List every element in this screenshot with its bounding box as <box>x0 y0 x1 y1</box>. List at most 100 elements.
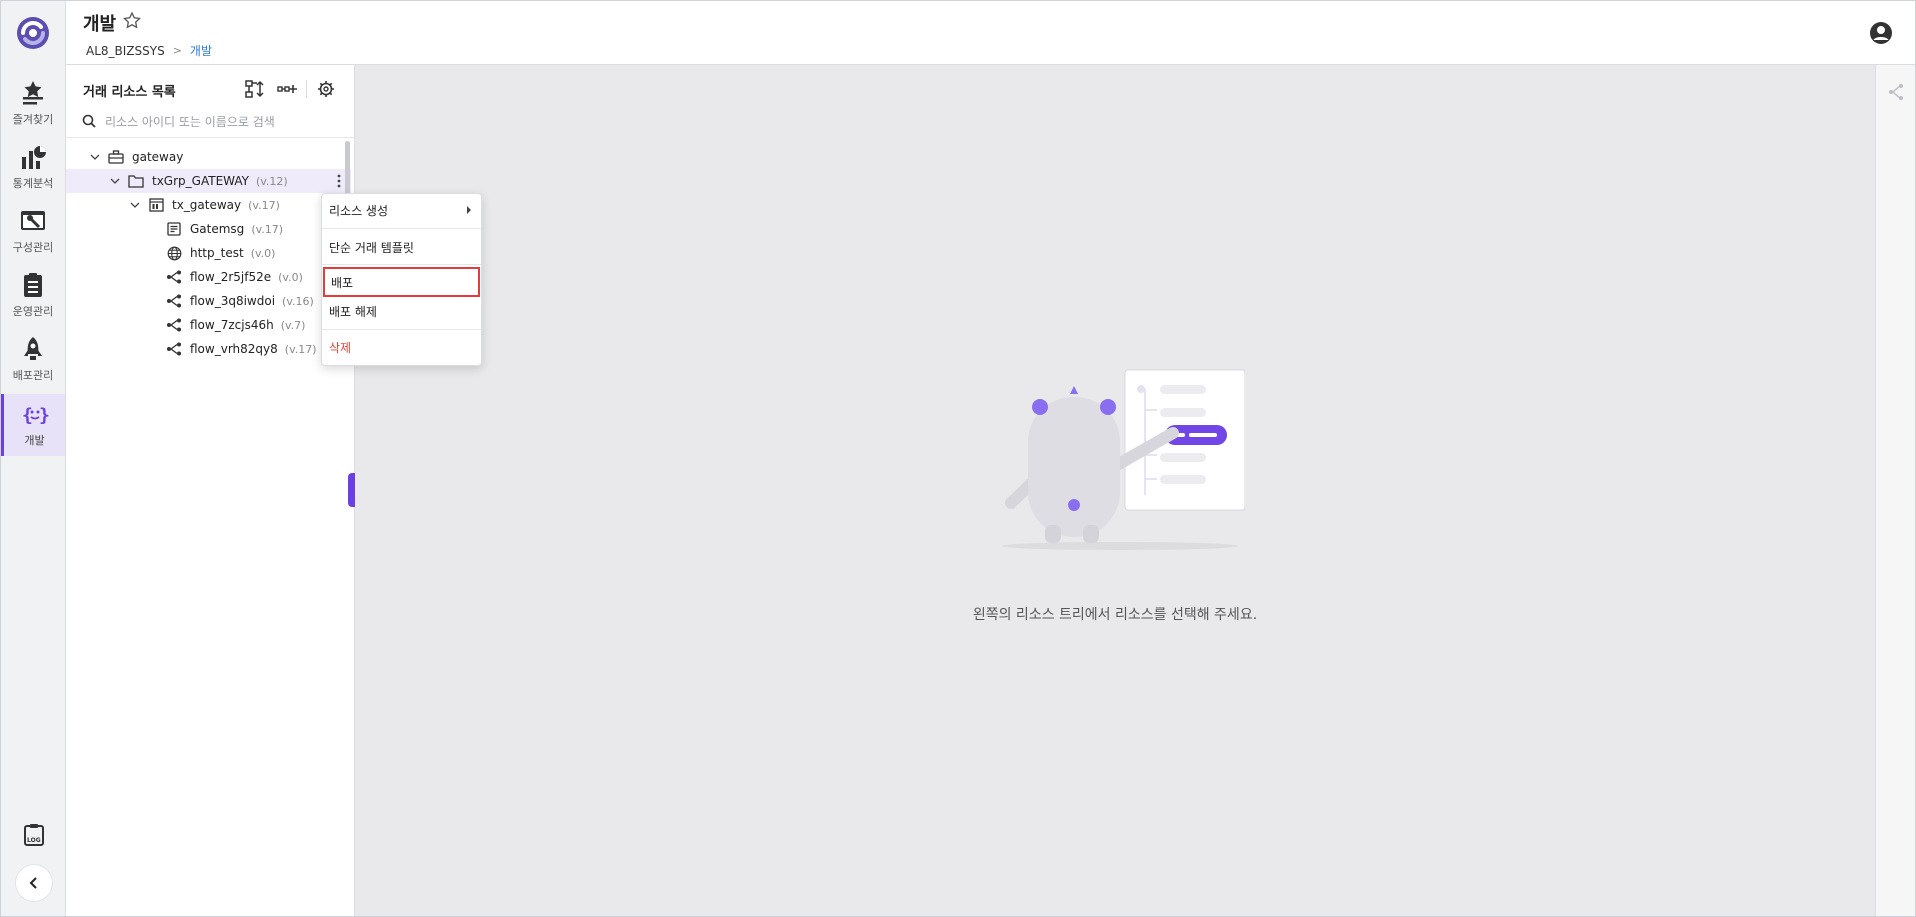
breadcrumb-item[interactable]: AL8_BIZSSYS <box>86 44 165 58</box>
resource-panel: 거래 리소스 목록 리소스 아이디 또는 이름으로 검색 gateway txG… <box>66 65 355 916</box>
settings-button[interactable] <box>315 79 337 99</box>
panel-title: 거래 리소스 목록 <box>83 85 176 100</box>
flow-icon <box>166 269 182 285</box>
tree-node-tx-gateway[interactable]: tx_gateway (v.17) <box>66 193 351 217</box>
transaction-icon <box>148 197 164 213</box>
tree-node-label: flow_3q8iwdoi <box>190 294 276 308</box>
tree-node-label: http_test <box>190 246 244 260</box>
configuration-icon <box>21 211 45 230</box>
tree-node-flow-3q8iwdoi[interactable]: flow_3q8iwdoi (v.16) <box>66 289 351 313</box>
menu-divider <box>322 228 481 229</box>
empty-state-message: 왼쪽의 리소스 트리에서 리소스를 선택해 주세요. <box>972 607 1258 623</box>
svg-text:LOG: LOG <box>27 837 41 844</box>
message-icon <box>166 221 182 237</box>
panel-divider <box>66 137 354 138</box>
menu-item-simple-template[interactable]: 단순 거래 템플릿 <box>329 234 474 260</box>
rail-item-development[interactable]: { } 개발 <box>1 394 65 456</box>
tree-node-version: (v.0) <box>278 270 303 284</box>
tree-node-gatemsg[interactable]: Gatemsg (v.17) <box>66 217 351 241</box>
page-header: 개발 AL8_BIZSSYS > 개발 <box>66 1 1915 65</box>
favorites-icon <box>23 81 43 105</box>
menu-item-label: 배포 해제 <box>329 304 377 319</box>
tree-node-version: (v.17) <box>251 222 284 236</box>
share-icon[interactable] <box>1887 83 1905 101</box>
breadcrumb: AL8_BIZSSYS > 개발 <box>86 42 212 59</box>
menu-divider <box>322 329 481 330</box>
panel-toolbar <box>244 79 347 99</box>
flow-icon <box>166 341 182 357</box>
context-menu: 리소스 생성 단순 거래 템플릿 배포 배포 해제 삭제 <box>321 193 482 366</box>
log-icon[interactable]: LOG <box>23 823 45 847</box>
resource-tree: gateway txGrp_GATEWAY (v.12) tx_gateway … <box>66 145 351 361</box>
menu-item-create-resource[interactable]: 리소스 생성 <box>329 197 474 223</box>
rail-label: 구성관리 <box>12 241 54 254</box>
globe-icon <box>166 245 182 261</box>
operations-icon <box>24 273 42 297</box>
chevron-down-icon[interactable] <box>88 150 102 164</box>
user-account-icon[interactable] <box>1869 21 1893 45</box>
rail-label: 운영관리 <box>12 305 54 318</box>
menu-item-undeploy[interactable]: 배포 해제 <box>329 298 474 324</box>
deployment-icon <box>24 337 42 360</box>
collapse-sidebar-button[interactable] <box>15 864 53 902</box>
chevron-left-icon <box>29 877 37 889</box>
tree-node-label: tx_gateway <box>172 198 242 212</box>
tree-node-http-test[interactable]: http_test (v.0) <box>66 241 351 265</box>
flow-icon <box>166 317 182 333</box>
rail-item-statistics[interactable]: 통계분석 <box>1 137 65 199</box>
chevron-down-icon[interactable] <box>128 198 142 212</box>
tree-node-version: (v.0) <box>250 246 276 260</box>
menu-item-label: 단순 거래 템플릿 <box>329 240 414 255</box>
resource-search-input[interactable]: 리소스 아이디 또는 이름으로 검색 <box>82 108 338 134</box>
rail-label: 배포관리 <box>12 369 54 382</box>
tree-node-flow-7zcjs46h[interactable]: flow_7zcjs46h (v.7) <box>66 313 351 337</box>
more-vertical-icon[interactable] <box>335 173 343 189</box>
rail-item-configuration[interactable]: 구성관리 <box>1 201 65 263</box>
breadcrumb-separator-icon: > <box>172 44 182 57</box>
tree-node-label: txGrp_GATEWAY <box>152 174 249 188</box>
tree-structure-icon <box>245 80 264 98</box>
chevron-down-icon[interactable] <box>108 174 122 188</box>
menu-item-label: 삭제 <box>329 340 352 355</box>
flow-add-button[interactable] <box>276 79 298 99</box>
breadcrumb-item-current[interactable]: 개발 <box>190 42 212 59</box>
menu-item-label: 리소스 생성 <box>329 203 389 218</box>
tree-node-flow-2r5jf52e[interactable]: flow_2r5jf52e (v.0) <box>66 265 351 289</box>
right-side-strip <box>1875 65 1915 916</box>
app-window: 즐겨찾기 통계분석 구성관리 운영관리 배포관리 {} 개발 LOG 개발 A… <box>0 0 1916 917</box>
empty-state-illustration <box>1002 369 1245 550</box>
tree-node-label: gateway <box>132 150 184 164</box>
menu-item-deploy[interactable]: 배포 <box>323 267 480 297</box>
tree-node-flow-vrh82qy8[interactable]: flow_vrh82qy8 (v.17) <box>66 337 351 361</box>
rail-label: 즐겨찾기 <box>12 113 54 126</box>
briefcase-icon <box>108 149 124 165</box>
search-placeholder: 리소스 아이디 또는 이름으로 검색 <box>105 114 275 129</box>
app-logo-icon[interactable] <box>15 15 51 51</box>
panel-resize-handle[interactable] <box>348 473 355 507</box>
page-title: 개발 <box>83 14 117 35</box>
rail-item-favorites[interactable]: 즐겨찾기 <box>1 73 65 135</box>
tree-structure-button[interactable] <box>244 79 266 99</box>
svg-text:{: { <box>22 405 33 426</box>
tree-scrollbar[interactable] <box>345 141 350 201</box>
rail-label: 개발 <box>24 434 45 447</box>
search-icon <box>82 114 96 128</box>
menu-item-delete[interactable]: 삭제 <box>329 334 474 360</box>
gear-icon <box>318 81 334 97</box>
tree-node-version: (v.7) <box>280 318 306 332</box>
submenu-arrow-icon <box>467 206 471 214</box>
folder-icon <box>128 173 144 189</box>
rail-item-operations[interactable]: 운영관리 <box>1 265 65 327</box>
tree-node-txgrp-gateway[interactable]: txGrp_GATEWAY (v.12) <box>66 169 351 193</box>
rail-item-deployment[interactable]: 배포관리 <box>1 329 65 391</box>
tree-node-label: flow_vrh82qy8 <box>190 342 278 356</box>
tree-node-label: flow_2r5jf52e <box>190 270 272 284</box>
tree-node-label: flow_7zcjs46h <box>190 318 274 332</box>
star-icon[interactable] <box>122 11 142 31</box>
tree-node-gateway[interactable]: gateway <box>66 145 351 169</box>
rail-label: 통계분석 <box>12 177 54 190</box>
toolbar-divider <box>306 80 307 98</box>
main-content: 왼쪽의 리소스 트리에서 리소스를 선택해 주세요. <box>355 65 1875 916</box>
menu-divider <box>322 264 481 265</box>
tree-node-label: Gatemsg <box>190 222 245 236</box>
